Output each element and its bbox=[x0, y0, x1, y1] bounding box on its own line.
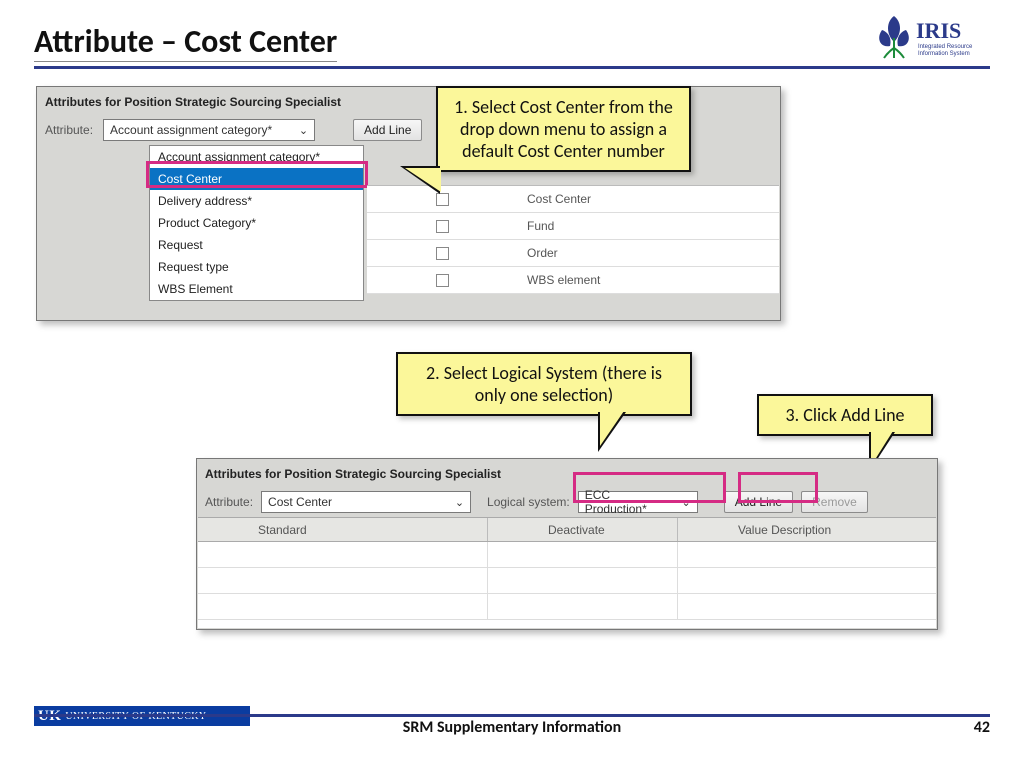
col-standard: Standard bbox=[198, 518, 488, 541]
panel1-value-list: Cost Center Fund Order WBS element bbox=[367, 185, 779, 294]
title-underline bbox=[34, 66, 990, 69]
logical-system-select[interactable]: ECC Production* ⌄ bbox=[578, 491, 698, 513]
attribute-dropdown[interactable]: Account assignment category* Cost Center… bbox=[149, 145, 364, 301]
callout-step-1: 1. Select Cost Center from the drop down… bbox=[436, 86, 691, 172]
list-item: Fund bbox=[367, 213, 779, 240]
checkbox[interactable] bbox=[436, 247, 449, 260]
attribute-label: Attribute: bbox=[45, 123, 93, 137]
col-value-description: Value Description bbox=[678, 518, 936, 541]
list-item: Order bbox=[367, 240, 779, 267]
logical-system-value: ECC Production* bbox=[585, 488, 674, 516]
col-deactivate: Deactivate bbox=[488, 518, 678, 541]
chevron-down-icon: ⌄ bbox=[299, 124, 308, 137]
panel-attributes-2: Attributes for Position Strategic Sourci… bbox=[196, 458, 938, 630]
svg-text:Integrated Resource: Integrated Resource bbox=[918, 44, 973, 50]
table-row bbox=[198, 568, 936, 594]
table-header-row: Standard Deactivate Value Description bbox=[198, 518, 936, 542]
add-line-button-2[interactable]: Add Line bbox=[724, 491, 793, 513]
footer-underline bbox=[34, 714, 990, 717]
dropdown-option-cost-center[interactable]: Cost Center bbox=[150, 168, 363, 190]
callout-step-2: 2. Select Logical System (there is only … bbox=[396, 352, 692, 416]
value-label: Order bbox=[517, 246, 779, 260]
panel2-heading: Attributes for Position Strategic Sourci… bbox=[197, 459, 937, 487]
attribute-select-value: Account assignment category* bbox=[110, 123, 272, 137]
remove-button[interactable]: Remove bbox=[801, 491, 868, 513]
table-row bbox=[198, 594, 936, 620]
checkbox[interactable] bbox=[436, 193, 449, 206]
checkbox[interactable] bbox=[436, 274, 449, 287]
dropdown-option[interactable]: WBS Element bbox=[150, 278, 363, 300]
value-label: Fund bbox=[517, 219, 779, 233]
list-item: WBS element bbox=[367, 267, 779, 294]
dropdown-option[interactable]: Request bbox=[150, 234, 363, 256]
footer-title: SRM Supplementary Information bbox=[0, 718, 1024, 737]
table-row bbox=[198, 542, 936, 568]
callout-step-3: 3. Click Add Line bbox=[757, 394, 933, 436]
dropdown-option[interactable]: Request type bbox=[150, 256, 363, 278]
chevron-down-icon: ⌄ bbox=[455, 496, 464, 509]
dropdown-option[interactable]: Product Category* bbox=[150, 212, 363, 234]
add-line-button[interactable]: Add Line bbox=[353, 119, 422, 141]
value-label: WBS element bbox=[517, 273, 779, 287]
iris-brand-text: IRIS bbox=[916, 18, 961, 43]
dropdown-option[interactable]: Account assignment category* bbox=[150, 146, 363, 168]
slide: Attribute – Cost Center IRIS Integrated … bbox=[0, 0, 1024, 768]
iris-logo: IRIS Integrated Resource Information Sys… bbox=[876, 8, 986, 63]
chevron-down-icon: ⌄ bbox=[682, 496, 691, 509]
panel2-table: Standard Deactivate Value Description bbox=[198, 517, 936, 628]
iris-flower-icon bbox=[879, 16, 909, 58]
attribute-select[interactable]: Account assignment category* ⌄ bbox=[103, 119, 315, 141]
dropdown-option[interactable]: Delivery address* bbox=[150, 190, 363, 212]
value-label: Cost Center bbox=[517, 192, 779, 206]
attribute-select-2[interactable]: Cost Center ⌄ bbox=[261, 491, 471, 513]
page-title: Attribute – Cost Center bbox=[34, 22, 337, 62]
logical-system-label: Logical system: bbox=[487, 495, 570, 509]
svg-text:Information System: Information System bbox=[918, 51, 970, 57]
checkbox[interactable] bbox=[436, 220, 449, 233]
attribute-label: Attribute: bbox=[205, 495, 253, 509]
page-number: 42 bbox=[974, 718, 990, 737]
attribute-select-value: Cost Center bbox=[268, 495, 332, 509]
